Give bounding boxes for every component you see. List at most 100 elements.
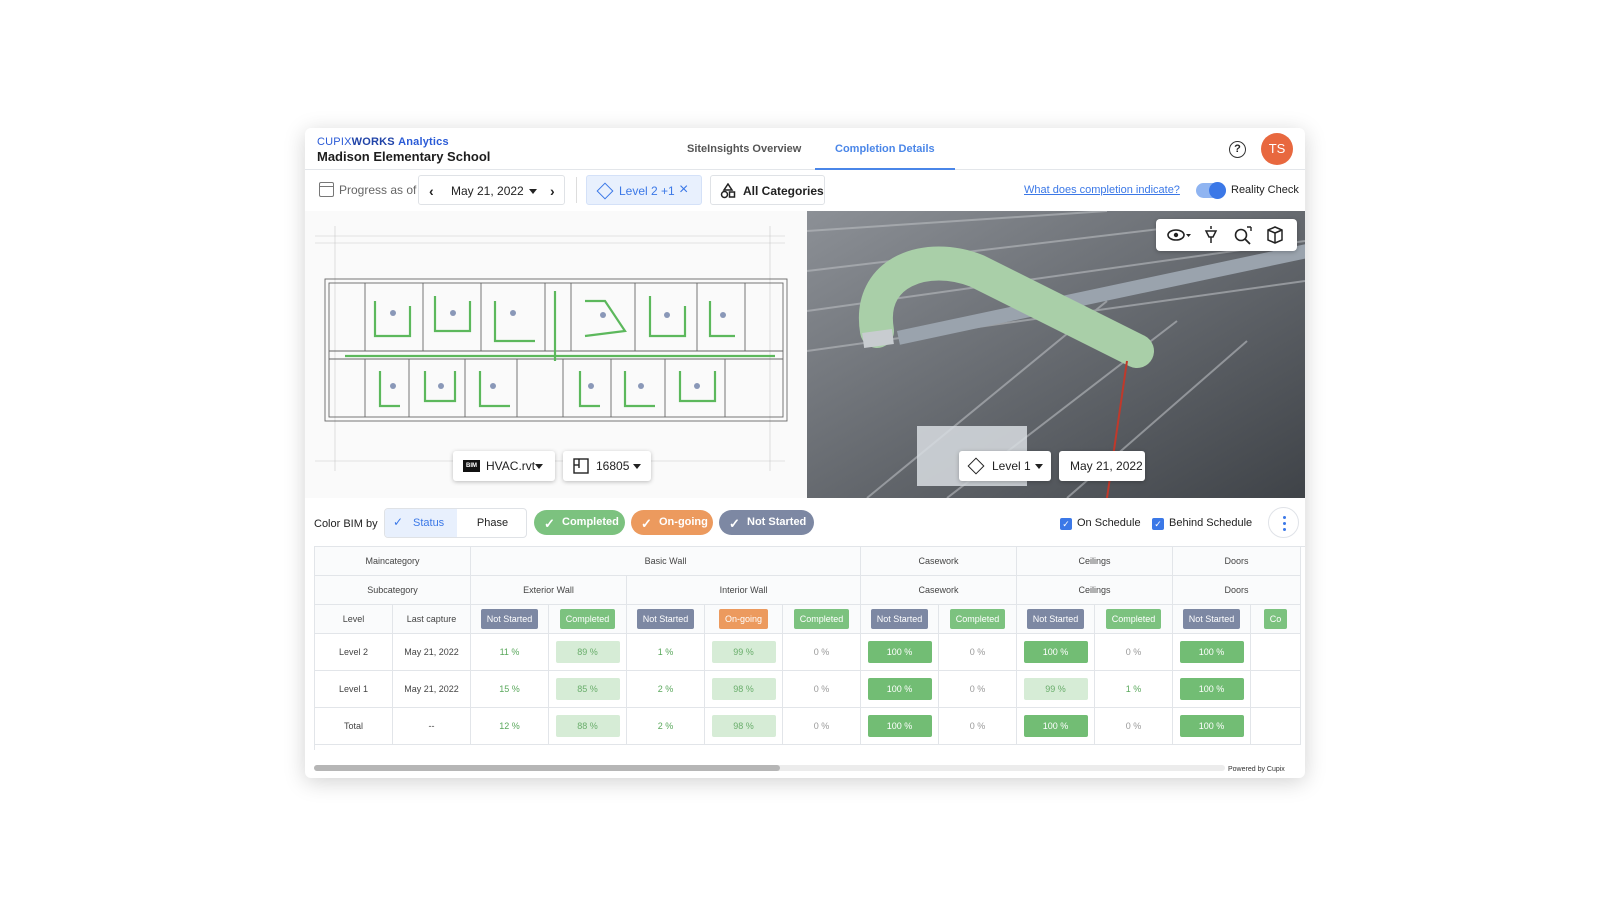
value-cell: 0 % — [1095, 708, 1173, 745]
segment-status[interactable]: ✓ Status — [385, 509, 457, 537]
close-icon[interactable]: × — [679, 181, 688, 199]
horizontal-scrollbar[interactable] — [314, 765, 1225, 771]
status-chip-not-started[interactable]: ✓ Not Started — [719, 510, 814, 535]
value-cell: 100 % — [1017, 634, 1095, 671]
reality-check-toggle[interactable] — [1196, 182, 1226, 199]
model-file-selector[interactable]: BIM HVAC.rvt — [453, 451, 555, 481]
value-cell: 0 % — [939, 671, 1017, 708]
value-cell: 0 % — [783, 634, 861, 671]
status-chip-ongoing[interactable]: ✓ On-going — [631, 510, 713, 535]
filter-row: Color BIM by ✓ Status Phase ✓ Completed ✓… — [305, 500, 1305, 544]
color-by-segmented: ✓ Status Phase — [384, 508, 527, 538]
photo-level-label: Level 1 — [992, 459, 1031, 473]
reality-photo-view[interactable]: Level 1 May 21, 2022 — [807, 211, 1305, 498]
status-header-cell: Not Started — [1173, 605, 1251, 634]
progress-label: Progress as of — [339, 183, 417, 197]
more-options-icon[interactable] — [1268, 507, 1299, 538]
subcategory-cell: Casework — [861, 576, 1017, 605]
app-window: CUPIXWORKS Analytics Madison Elementary … — [305, 128, 1305, 778]
level-filter-chip[interactable]: Level 2 +1 × — [586, 175, 702, 205]
percent-value: 85 % — [555, 678, 620, 700]
percent-value: 15 % — [499, 684, 520, 694]
help-icon[interactable]: ? — [1229, 141, 1246, 158]
on-schedule-label: On Schedule — [1077, 517, 1141, 529]
status-tag: Completed — [559, 609, 616, 629]
value-cell: 99 % — [1017, 671, 1095, 708]
percent-value: 98 % — [711, 678, 776, 700]
site-photo — [807, 211, 1305, 498]
status-tag: On-going — [718, 609, 769, 629]
chevron-down-icon — [633, 464, 641, 469]
percent-value: 100 % — [867, 678, 932, 700]
percent-value: 11 % — [499, 647, 520, 657]
eye-icon[interactable] — [1166, 225, 1191, 245]
on-schedule-checkbox[interactable]: ✓ — [1060, 518, 1072, 530]
photo-level-selector[interactable]: Level 1 — [959, 451, 1051, 481]
divider — [576, 177, 577, 203]
sheet-selector[interactable]: 16805 — [563, 451, 651, 481]
value-cell: 98 % — [705, 671, 783, 708]
status-tag: Not Started — [480, 609, 539, 629]
category-selector[interactable]: All Categories — [710, 175, 825, 205]
behind-schedule-checkbox[interactable]: ✓ — [1152, 518, 1164, 530]
completion-help-link[interactable]: What does completion indicate? — [1024, 184, 1180, 196]
percent-value: 0 % — [969, 721, 986, 731]
date-selector[interactable]: ‹ May 21, 2022 › — [418, 175, 565, 205]
tab-completion-details[interactable]: Completion Details — [815, 128, 955, 170]
calendar-icon — [319, 182, 334, 197]
light-icon[interactable] — [1200, 225, 1222, 245]
level-header: Level — [315, 605, 393, 634]
scrollbar-thumb[interactable] — [314, 765, 780, 771]
check-icon: ✓ — [641, 516, 652, 531]
photo-date-selector[interactable]: May 21, 2022 — [1059, 451, 1145, 481]
status-header-cell: Not Started — [627, 605, 705, 634]
value-cell: 0 % — [783, 671, 861, 708]
value-cell: 100 % — [861, 634, 939, 671]
value-cell — [1251, 671, 1301, 708]
status-chip-completed[interactable]: ✓ Completed — [534, 510, 625, 535]
value-cell: 100 % — [1173, 671, 1251, 708]
percent-value: 1 % — [657, 647, 674, 657]
level-cell: Level 2 — [315, 634, 393, 671]
status-header-cell: On-going — [705, 605, 783, 634]
subcategory-cell: Exterior Wall — [471, 576, 627, 605]
status-header-cell: Not Started — [471, 605, 549, 634]
percent-value: 0 % — [969, 647, 986, 657]
segment-phase[interactable]: Phase — [457, 509, 526, 537]
percent-value: 100 % — [1179, 641, 1244, 663]
percent-value: 100 % — [1023, 641, 1088, 663]
floorplan-icon — [573, 458, 589, 474]
completion-table: Maincategory Basic Wall Casework Ceilings Do… — [314, 546, 1305, 750]
floor-plan-drawing — [315, 226, 788, 471]
behind-schedule-label: Behind Schedule — [1169, 517, 1253, 529]
percent-value: 100 % — [1023, 715, 1088, 737]
box-icon[interactable] — [1264, 225, 1286, 245]
status-header-cell: Completed — [549, 605, 627, 634]
percent-value: 98 % — [711, 715, 776, 737]
floor-plan-view[interactable]: BIM HVAC.rvt 16805 — [305, 211, 807, 498]
status-tag: Not Started — [1026, 609, 1085, 629]
chevron-down-icon[interactable] — [529, 189, 537, 194]
percent-value: 100 % — [867, 641, 932, 663]
tab-siteinsights-overview[interactable]: SiteInsights Overview — [667, 128, 821, 170]
value-cell: 15 % — [471, 671, 549, 708]
status-header-cell: Co — [1251, 605, 1301, 634]
search-zoom-icon[interactable] — [1232, 225, 1254, 245]
value-cell: 0 % — [783, 708, 861, 745]
value-cell: 2 % — [627, 671, 705, 708]
check-icon: ✓ — [729, 516, 740, 531]
percent-value: 2 % — [657, 721, 674, 731]
brand-logo: CUPIXWORKS Analytics — [317, 136, 449, 148]
chevron-right-icon[interactable]: › — [550, 183, 555, 199]
avatar[interactable]: TS — [1261, 133, 1293, 165]
status-tag: Completed — [793, 609, 850, 629]
capture-cell: May 21, 2022 — [393, 634, 471, 671]
chevron-left-icon[interactable]: ‹ — [429, 183, 434, 199]
percent-value: 1 % — [1125, 684, 1142, 694]
powered-by-label: Powered by Cupix — [1228, 766, 1285, 773]
check-icon: ✓ — [544, 516, 555, 531]
value-cell: 0 % — [1095, 634, 1173, 671]
percent-value: 12 % — [499, 721, 520, 731]
status-header-cell: Completed — [1095, 605, 1173, 634]
layers-icon — [596, 182, 614, 200]
